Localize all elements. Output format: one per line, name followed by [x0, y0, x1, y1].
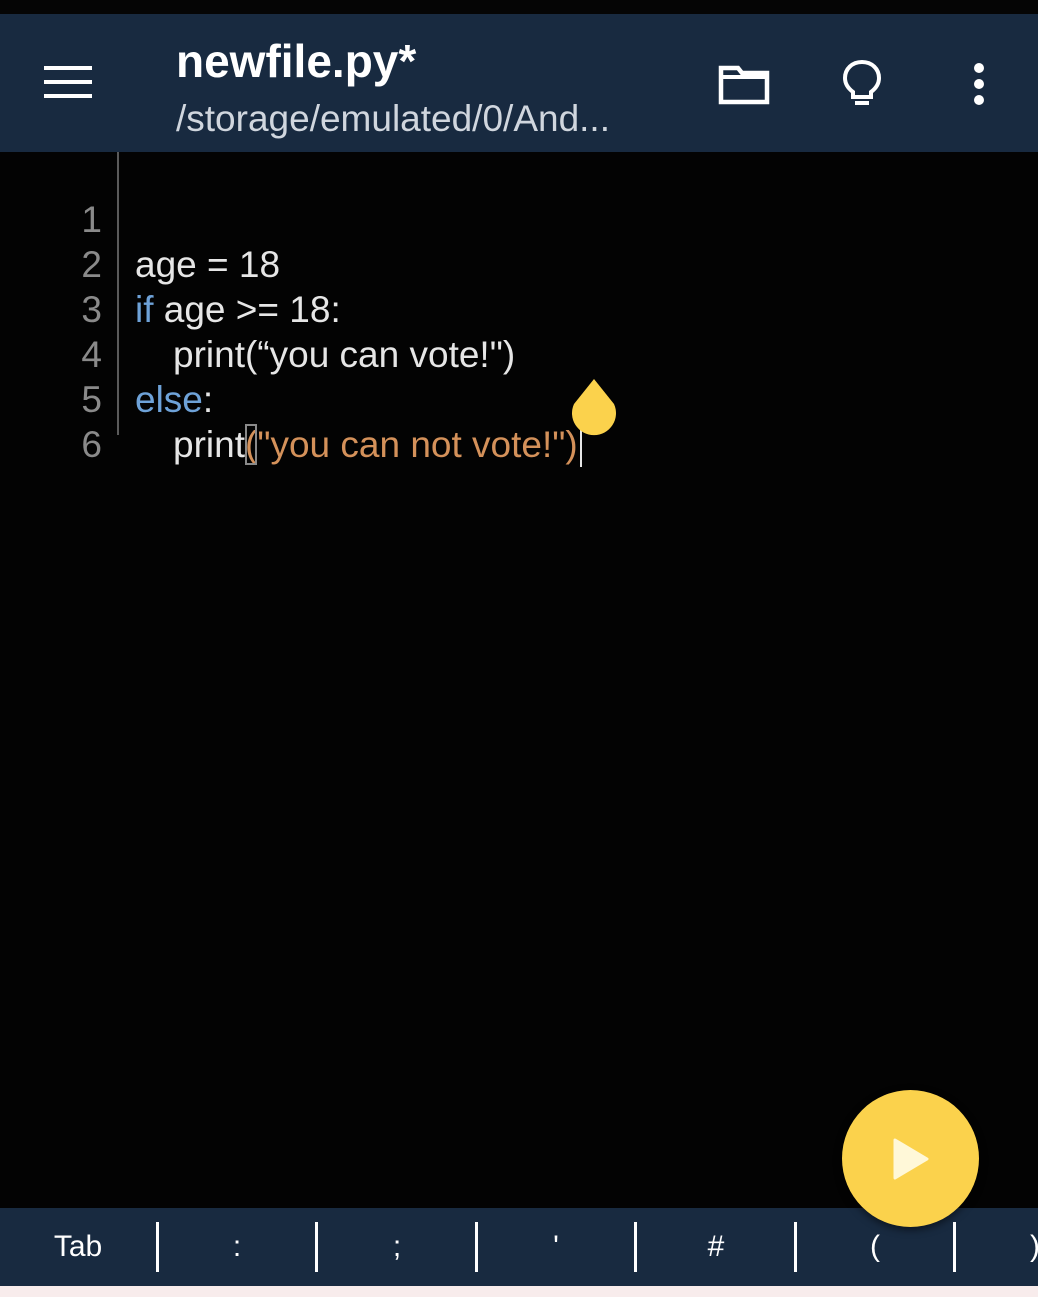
symbol-key-quote[interactable]: ' [481, 1208, 631, 1286]
code-line[interactable]: 3 print(“you can vote!") [0, 242, 1038, 375]
matched-bracket: ( [244, 424, 258, 465]
bottom-edge [0, 1286, 1038, 1297]
code-line[interactable]: 2 if age >= 18: [0, 197, 1038, 330]
symbol-separator [315, 1222, 318, 1272]
code-editor-screen: newfile.py* /storage/emulated/0/And... 1… [0, 0, 1038, 1297]
symbol-separator [156, 1222, 159, 1272]
menu-button[interactable] [36, 52, 100, 112]
symbol-key-colon[interactable]: : [162, 1208, 312, 1286]
code-line[interactable]: 6 [0, 377, 1038, 465]
tips-button[interactable] [830, 52, 894, 116]
string-token: "you can not vote!") [257, 424, 578, 465]
run-button[interactable] [842, 1090, 979, 1227]
symbol-separator [475, 1222, 478, 1272]
symbol-key-close-paren[interactable]: ) [960, 1208, 1038, 1286]
code-text: print("you can not vote!") [135, 422, 582, 468]
symbol-separator [953, 1222, 956, 1272]
top-app-bar: newfile.py* /storage/emulated/0/And... [0, 14, 1038, 152]
more-vert-icon [974, 63, 984, 105]
code-line[interactable]: 4 else: [0, 287, 1038, 420]
cursor-handle[interactable] [569, 378, 619, 436]
symbol-key-semicolon[interactable]: ; [322, 1208, 472, 1286]
symbol-separator [634, 1222, 637, 1272]
play-icon [893, 1138, 928, 1179]
more-options-button[interactable] [947, 52, 1011, 116]
code-line[interactable]: 5 print("you can not vote!") [0, 332, 1038, 468]
code-editor[interactable]: 1 age = 18 2 if age >= 18: 3 print(“you … [0, 152, 1038, 1208]
hamburger-menu-icon [44, 66, 92, 98]
line-number: 6 [81, 424, 102, 465]
symbol-key-tab[interactable]: Tab [3, 1208, 153, 1286]
folder-icon [718, 65, 770, 105]
open-folder-button[interactable] [712, 52, 776, 116]
code-line[interactable]: 1 age = 18 [0, 152, 1038, 285]
file-path: /storage/emulated/0/And... [176, 98, 610, 139]
lightbulb-icon [842, 59, 882, 105]
symbol-separator [794, 1222, 797, 1272]
status-bar [0, 0, 1038, 14]
symbol-key-hash[interactable]: # [641, 1208, 791, 1286]
file-title: newfile.py* [176, 35, 417, 87]
